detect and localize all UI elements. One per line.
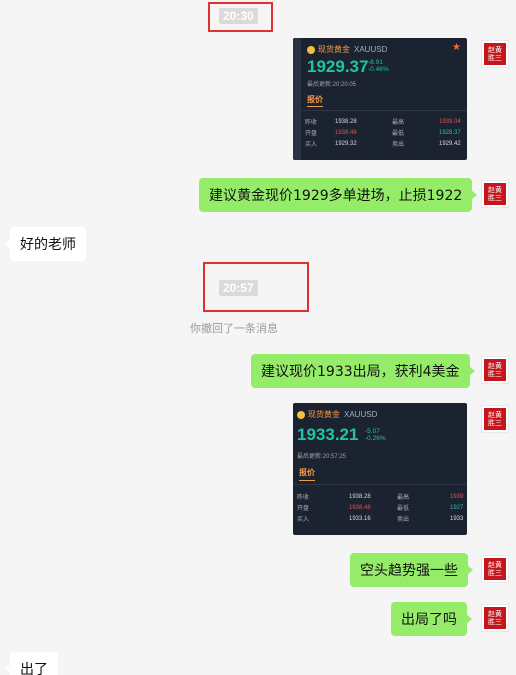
row-value: 1933.16 — [349, 515, 371, 522]
row-label: 昨收 — [305, 120, 318, 126]
avatar[interactable]: 赵黄 胜三 — [481, 604, 509, 632]
avatar[interactable]: 赵黄 胜三 — [481, 356, 509, 384]
row-value: 1939.04 — [439, 118, 461, 125]
quote-card[interactable]: 现货黄金 XAUUSD ★ 1929.37 -8.91 -0.46% 最后更新:… — [293, 38, 467, 160]
tab-quote[interactable]: 报价 — [299, 467, 315, 478]
star-icon[interactable]: ★ — [452, 42, 461, 53]
price-change: -8.91 -0.46% — [368, 59, 389, 73]
message-bubble[interactable]: 出了 — [5, 652, 58, 675]
row-value: 1933 — [450, 515, 464, 522]
last-updated: 最后更新:20:57:25 — [297, 454, 347, 460]
row-value: 1938.28 — [335, 118, 357, 125]
timestamp: 20:30 — [219, 8, 258, 24]
timestamp: 20:57 — [219, 280, 258, 296]
row-value: 1938.28 — [349, 493, 371, 500]
recall-notice: 你撤回了一条消息 — [190, 322, 278, 335]
avatar[interactable]: 赵黄 胜三 — [481, 405, 509, 433]
card-sidebar — [293, 38, 301, 160]
message-bubble[interactable]: 空头趋势强一些 — [350, 553, 473, 587]
row-value: 1928.37 — [439, 129, 461, 136]
instrument-code: XAUUSD — [354, 45, 388, 54]
avatar-seal-image: 赵黄 胜三 — [484, 408, 506, 430]
tab-quote[interactable]: 报价 — [307, 94, 323, 105]
gold-coin-icon — [307, 45, 315, 54]
avatar-seal-image: 赵黄 胜三 — [484, 43, 506, 65]
avatar-seal-image: 赵黄 胜三 — [484, 183, 506, 205]
avatar[interactable]: 赵黄 胜三 — [481, 180, 509, 208]
row-label: 卖出 — [397, 517, 410, 523]
instrument-code: XAUUSD — [344, 410, 378, 419]
row-value: 1929.42 — [439, 140, 461, 147]
row-label: 最高 — [392, 120, 405, 126]
tab-underline — [307, 106, 323, 107]
gold-coin-icon — [297, 410, 305, 419]
table-row: 买入 1933.16 卖出 1933 — [297, 513, 463, 524]
avatar-seal-image: 赵黄 胜三 — [484, 607, 506, 629]
row-label: 最低 — [392, 131, 405, 137]
table-row: 昨收 1938.28 最高 1939 — [297, 491, 463, 502]
avatar-seal-image: 赵黄 胜三 — [484, 558, 506, 580]
row-value: 1929.32 — [335, 140, 357, 147]
row-label: 开盘 — [305, 131, 318, 137]
table-row: 昨收 1938.28 最高 1939.04 — [305, 116, 461, 127]
price-change: -5.07 -0.26% — [365, 428, 386, 442]
table-row: 开盘 1938.48 最低 1928.37 — [305, 127, 461, 138]
price: 1929.37 — [307, 57, 369, 76]
table-row: 买入 1929.32 卖出 1929.42 — [305, 138, 461, 149]
card-header: 现货黄金 XAUUSD — [297, 409, 377, 420]
message-bubble[interactable]: 建议现价1933出局，获利4美金 — [251, 354, 475, 388]
last-updated: 最后更新:20:20:05 — [307, 82, 357, 88]
row-label: 最低 — [397, 506, 410, 512]
row-label: 卖出 — [392, 142, 405, 148]
divider — [293, 484, 467, 485]
avatar[interactable]: 赵黄 胜三 — [481, 40, 509, 68]
instrument-name: 现货黄金 — [318, 45, 350, 54]
change-value: -5.07 — [365, 428, 380, 435]
row-label: 买入 — [305, 142, 318, 148]
row-value: 1938.48 — [349, 504, 371, 511]
row-label: 开盘 — [297, 506, 310, 512]
card-header: 现货黄金 XAUUSD — [307, 44, 387, 55]
quote-table: 昨收 1938.28 最高 1939.04 开盘 1938.48 最低 1928… — [305, 116, 461, 149]
message-bubble[interactable]: 出局了吗 — [391, 602, 472, 636]
change-value: -8.91 — [368, 59, 383, 66]
row-label: 最高 — [397, 495, 410, 501]
row-value: 1939 — [450, 493, 464, 500]
message-bubble[interactable]: 好的老师 — [5, 227, 86, 261]
table-row: 开盘 1938.48 最低 1927 — [297, 502, 463, 513]
row-value: 1938.48 — [335, 129, 357, 136]
change-percent: -0.26% — [365, 435, 386, 442]
avatar-seal-image: 赵黄 胜三 — [484, 359, 506, 381]
quote-card[interactable]: 现货黄金 XAUUSD 1933.21 -5.07 -0.26% 最后更新:20… — [293, 403, 467, 535]
row-label: 买入 — [297, 517, 310, 523]
row-value: 1927 — [450, 504, 464, 511]
message-bubble[interactable]: 建议黄金现价1929多单进场，止损1922 — [199, 178, 478, 212]
divider — [301, 110, 467, 111]
tab-underline — [299, 480, 315, 481]
change-percent: -0.46% — [368, 66, 389, 73]
instrument-name: 现货黄金 — [308, 410, 340, 419]
avatar[interactable]: 赵黄 胜三 — [481, 555, 509, 583]
quote-table: 昨收 1938.28 最高 1939 开盘 1938.48 最低 1927 买入… — [297, 491, 463, 524]
price: 1933.21 — [297, 425, 359, 444]
row-label: 昨收 — [297, 495, 310, 501]
